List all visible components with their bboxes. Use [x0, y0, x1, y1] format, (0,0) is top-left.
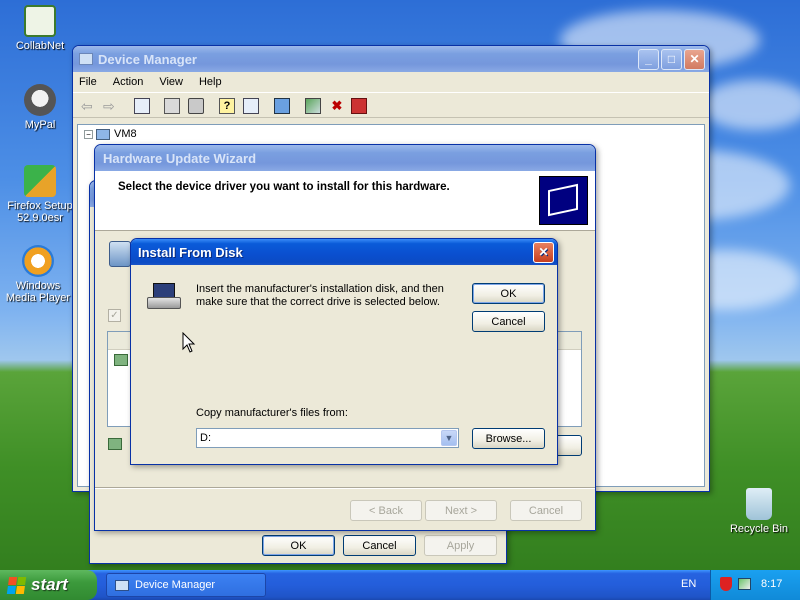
desktop-icon-label: Firefox Setup 52.9.0esr — [7, 200, 73, 224]
uninstall-icon[interactable]: ✖ — [329, 98, 345, 114]
desktop-icon-recycle-bin[interactable]: Recycle Bin — [721, 488, 797, 535]
copy-from-label: Copy manufacturer's files from: — [196, 407, 348, 419]
print-icon[interactable] — [188, 98, 204, 114]
driver-icon — [114, 354, 128, 366]
properties-cancel-button[interactable]: Cancel — [343, 535, 416, 556]
start-button[interactable]: start — [0, 570, 97, 600]
installer-icon — [24, 165, 56, 197]
dropdown-arrow-icon[interactable]: ▼ — [441, 430, 457, 446]
close-button[interactable]: ✕ — [684, 48, 705, 70]
wizard-cancel-button[interactable]: Cancel — [510, 500, 582, 521]
back-button[interactable]: < Back — [350, 500, 422, 521]
next-button[interactable]: Next > — [425, 500, 497, 521]
desktop-icon-label: Recycle Bin — [729, 523, 789, 535]
start-label: start — [31, 575, 68, 594]
recycle-bin-icon — [746, 488, 772, 520]
minimize-button[interactable]: _ — [638, 48, 659, 70]
wizard-device-icon — [109, 241, 131, 267]
device-manager-titlebar[interactable]: Device Manager _ □ ✕ — [73, 46, 709, 72]
computer-icon — [96, 128, 110, 140]
mypal-icon — [24, 84, 56, 116]
forward-icon[interactable]: ⇨ — [103, 98, 119, 114]
menu-action[interactable]: Action — [113, 76, 144, 88]
compatible-checkbox[interactable]: ✓ — [108, 309, 121, 322]
dialog-ok-button[interactable]: OK — [472, 283, 545, 304]
computer-icon — [115, 579, 129, 591]
menu-view[interactable]: View — [159, 76, 183, 88]
wizard-divider — [95, 487, 595, 489]
install-from-disk-titlebar[interactable]: Install From Disk ✕ — [131, 239, 557, 265]
windows-logo-icon — [6, 576, 27, 594]
desktop-icon-collabnet[interactable]: CollabNet — [2, 5, 78, 52]
desktop-icon-label: MyPal — [24, 119, 56, 131]
menu-bar: File Action View Help — [73, 72, 709, 92]
properties-icon[interactable] — [164, 98, 180, 114]
action-pane-icon[interactable] — [243, 98, 259, 114]
window-title: Device Manager — [98, 51, 197, 67]
back-icon[interactable]: ⇦ — [81, 98, 97, 114]
dialog-cancel-button[interactable]: Cancel — [472, 311, 545, 332]
scan-hardware-icon[interactable] — [274, 98, 290, 114]
desktop-icon-media-player[interactable]: Windows Media Player — [0, 245, 76, 304]
taskbar: start Device Manager EN 8:17 — [0, 570, 800, 600]
menu-file[interactable]: File — [79, 76, 97, 88]
clock[interactable]: 8:17 — [761, 578, 782, 590]
properties-apply-button[interactable]: Apply — [424, 535, 497, 556]
menu-help[interactable]: Help — [199, 76, 222, 88]
help-icon[interactable]: ? — [219, 98, 235, 114]
mouse-cursor-icon — [182, 332, 196, 353]
language-indicator[interactable]: EN — [681, 578, 696, 590]
hardware-icon — [539, 176, 588, 225]
taskbar-task-device-manager[interactable]: Device Manager — [106, 573, 266, 597]
disable-icon[interactable] — [351, 98, 367, 114]
computer-icon — [79, 53, 93, 65]
media-player-icon — [22, 245, 54, 277]
source-path-value: D: — [200, 432, 211, 444]
desktop-icon-label: CollabNet — [15, 40, 65, 52]
desktop-icon-firefox-setup[interactable]: Firefox Setup 52.9.0esr — [2, 165, 78, 224]
update-driver-icon[interactable] — [305, 98, 321, 114]
wizard-titlebar[interactable]: Hardware Update Wizard — [95, 145, 595, 171]
wizard-heading: Select the device driver you want to ins… — [118, 181, 450, 193]
console-tree-icon[interactable] — [134, 98, 150, 114]
maximize-button[interactable]: □ — [661, 48, 682, 70]
collapse-icon[interactable]: − — [84, 129, 93, 139]
security-shield-icon[interactable] — [720, 577, 732, 591]
source-path-combobox[interactable]: D: ▼ — [196, 428, 459, 448]
collabnet-icon — [24, 5, 56, 37]
wizard-header: Select the device driver you want to ins… — [95, 171, 595, 231]
tree-root[interactable]: − VM8 — [84, 128, 137, 140]
task-label: Device Manager — [135, 579, 216, 591]
system-tray: 8:17 — [710, 570, 800, 600]
desktop-icon-mypal[interactable]: MyPal — [2, 84, 78, 131]
tree-root-label: VM8 — [114, 128, 137, 140]
floppy-drive-icon — [147, 283, 181, 311]
install-message: Insert the manufacturer's installation d… — [196, 283, 444, 308]
properties-ok-button[interactable]: OK — [262, 535, 335, 556]
close-button[interactable]: ✕ — [533, 241, 554, 263]
desktop-icon-label: Windows Media Player — [5, 280, 71, 304]
signed-driver-icon — [108, 438, 122, 450]
browse-button[interactable]: Browse... — [472, 428, 545, 449]
network-icon[interactable] — [738, 578, 751, 590]
dialog-title: Install From Disk — [138, 244, 243, 260]
wizard-title: Hardware Update Wizard — [103, 150, 257, 166]
